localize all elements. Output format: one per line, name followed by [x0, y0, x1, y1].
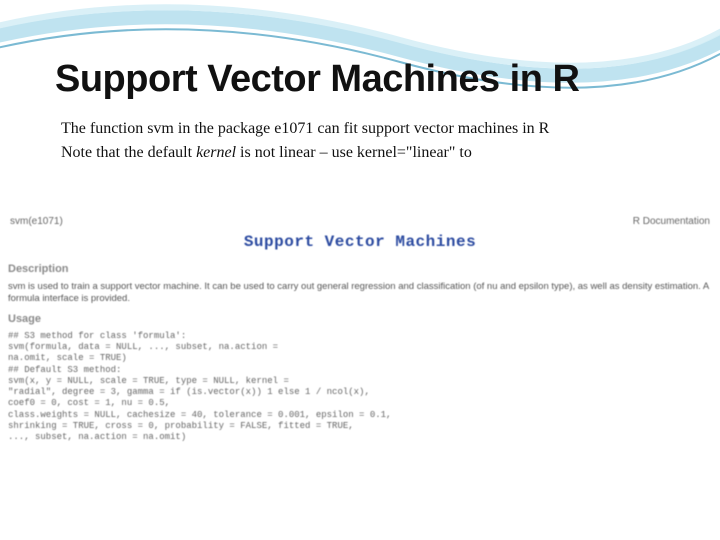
- rdoc-title: Support Vector Machines: [8, 233, 712, 251]
- rdoc-description-text: svm is used to train a support vector ma…: [8, 281, 712, 305]
- rdoc-section-usage: Usage: [8, 313, 712, 325]
- text-fragment: The function svm in the package e: [61, 120, 281, 137]
- kernel-emphasis: kernel: [196, 144, 236, 161]
- body-line-2: Note that the default kernel is not line…: [55, 142, 665, 164]
- text-fragment: is not linear – use kernel="linear" to: [236, 144, 472, 161]
- text-fragment: 1071: [281, 120, 313, 137]
- rdoc-package: svm(e1071): [10, 216, 63, 227]
- r-help-panel: svm(e1071) R Documentation Support Vecto…: [8, 216, 712, 443]
- rdoc-source: R Documentation: [633, 216, 710, 227]
- rdoc-section-description: Description: [8, 263, 712, 275]
- rdoc-usage-code: ## S3 method for class 'formula': svm(fo…: [8, 331, 712, 444]
- slide-title: Support Vector Machines in R: [55, 60, 665, 100]
- text-fragment: can fit support vector machines in R: [313, 120, 549, 137]
- text-fragment: Note that the default: [61, 144, 196, 161]
- body-line-1: The function svm in the package e1071 ca…: [55, 118, 665, 140]
